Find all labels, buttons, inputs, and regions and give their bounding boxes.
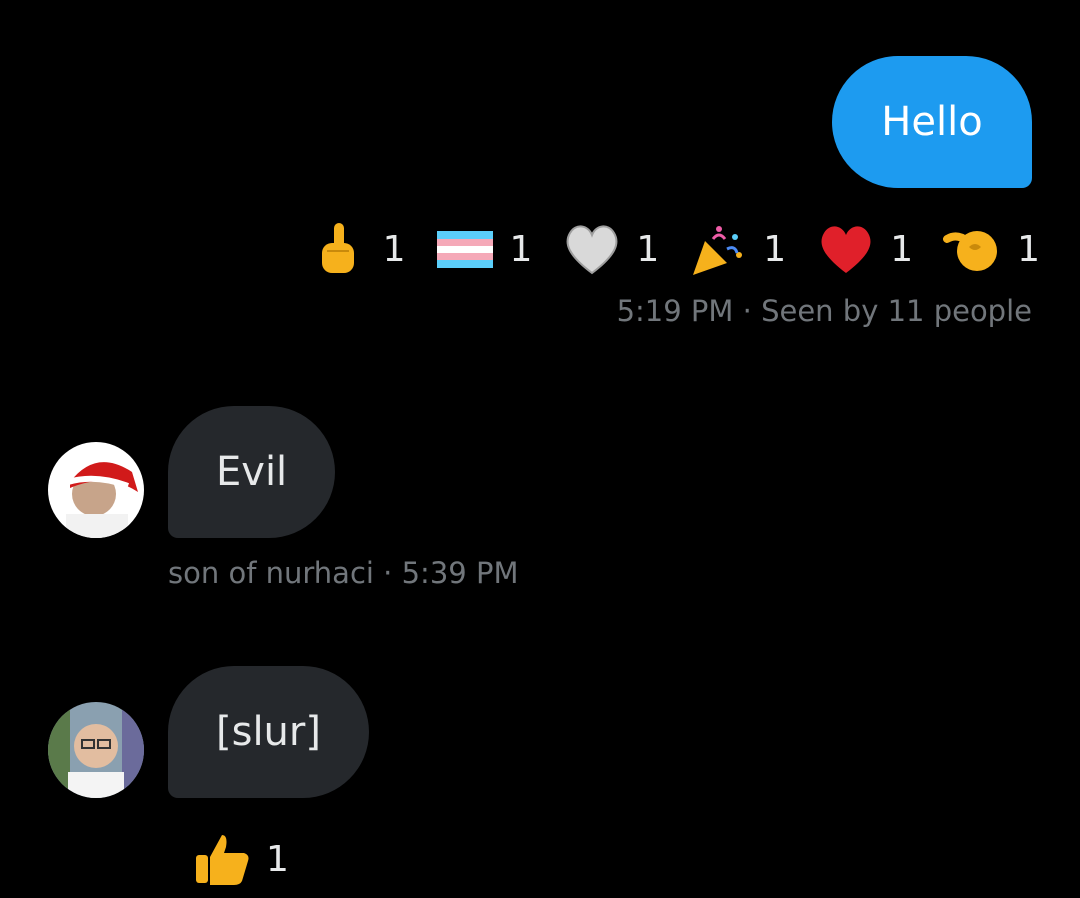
message-text: Hello (881, 99, 983, 145)
reaction-count: 1 (382, 228, 406, 270)
reaction-pinching-hand[interactable]: 1 (943, 219, 1040, 279)
reaction-white-heart[interactable]: 1 (562, 219, 659, 279)
reaction-transgender-flag[interactable]: 1 (435, 219, 532, 279)
avatar[interactable] (48, 702, 144, 798)
thumbs-up-icon (196, 835, 249, 885)
pinching-hand-icon (943, 231, 998, 271)
message-text: [slur] (216, 709, 321, 755)
reaction-count: 1 (266, 838, 289, 880)
message-status: son of nurhaci · 5:39 PM (168, 556, 518, 590)
party-popper-icon (693, 226, 743, 275)
meta-separator: · (742, 294, 752, 328)
seen-status[interactable]: Seen by 11 people (761, 294, 1032, 328)
message-time: 5:19 PM (616, 294, 734, 328)
avatar-santa-hat-icon (48, 442, 144, 538)
message-reactions: 1 (170, 824, 289, 894)
reaction-red-heart[interactable]: 1 (816, 219, 913, 279)
reaction-count: 1 (1017, 228, 1040, 270)
reaction-party-popper[interactable]: 1 (689, 219, 786, 279)
transgender-flag-icon (437, 231, 494, 268)
reaction-thumbs-up[interactable]: 1 (192, 829, 289, 889)
avatar[interactable] (48, 442, 144, 538)
reaction-count: 1 (763, 228, 787, 270)
incoming-message-bubble[interactable]: [slur] (168, 666, 369, 798)
reaction-count: 1 (636, 228, 660, 270)
message-text: Evil (216, 449, 288, 495)
red-heart-icon (821, 226, 871, 273)
middle-finger-icon (321, 223, 354, 273)
reaction-count: 1 (509, 228, 533, 270)
message-reactions: 1 1 1 1 1 1 (279, 214, 1040, 284)
outgoing-message-bubble[interactable]: Hello (832, 56, 1032, 188)
message-status: 5:19 PM · Seen by 11 people (617, 294, 1032, 328)
sender-name[interactable]: son of nurhaci (168, 556, 374, 590)
reaction-middle-finger[interactable]: 1 (309, 219, 406, 279)
avatar-glasses-icon (48, 702, 144, 798)
meta-separator: · (383, 556, 393, 590)
white-heart-icon (566, 225, 618, 275)
reaction-count: 1 (890, 228, 914, 270)
message-time: 5:39 PM (401, 556, 519, 590)
incoming-message-bubble[interactable]: Evil (168, 406, 336, 538)
